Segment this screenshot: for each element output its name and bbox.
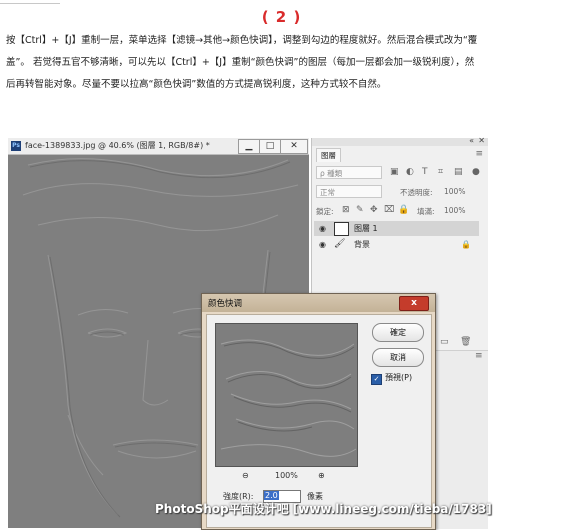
layer-row-background[interactable]: ◉ 🖌 背景 🔒 [314, 237, 479, 252]
trash-icon[interactable]: 🗑 [460, 337, 471, 347]
dialog-body: 確定 取消 ✓ 預視(P) ⊖ 100% ⊕ 強度(R): 2.0 像素 [206, 314, 432, 528]
dialog-title: 颜色快调 [208, 299, 243, 309]
layer-filter-select[interactable]: ρ 種類 [316, 166, 382, 179]
lock-transparency-icon[interactable]: ⊠ [342, 205, 350, 215]
zoom-level: 100% [275, 471, 298, 480]
visibility-eye-icon[interactable]: ◉ [319, 221, 326, 236]
document-titlebar[interactable]: Ps face-1389833.jpg @ 40.6% (图層 1, RGB/8… [8, 138, 309, 155]
layer-name[interactable]: 图層 1 [354, 221, 378, 236]
zoom-out-icon[interactable]: ⊖ [242, 471, 249, 480]
ok-button[interactable]: 確定 [372, 323, 424, 342]
panel-menu-icon-lower[interactable]: ≡ [475, 351, 483, 361]
zoom-in-icon[interactable]: ⊕ [318, 471, 325, 480]
close-button[interactable]: ✕ [280, 139, 308, 154]
blend-mode-select[interactable]: 正常 [316, 185, 382, 198]
smart-object-filter-icon[interactable]: ▤ [454, 167, 463, 177]
lock-artboard-icon[interactable]: ⌧ [384, 205, 394, 215]
filter-preview[interactable] [215, 323, 358, 467]
layer-row-1[interactable]: ◉ 图層 1 [314, 221, 479, 236]
watermark-text: PhotoShop平面设计吧 [www.lineeg.com/tieba/178… [155, 502, 492, 516]
opacity-label: 不透明度: [400, 188, 433, 197]
fill-label: 填滿: [417, 207, 435, 216]
top-divider [0, 0, 60, 4]
preview-checkbox-label: 預視(P) [385, 373, 413, 382]
type-filter-icon[interactable]: T [422, 167, 428, 177]
instruction-line-1: 按【Ctrl】+【J】重制一层，菜单选择【滤镜→其他→颜色快调】，调整到勾边的程… [6, 35, 478, 46]
layer-name[interactable]: 背景 [354, 237, 370, 252]
close-panel-icon[interactable]: ✕ [478, 136, 485, 145]
preview-checkbox[interactable]: ✓ [371, 374, 382, 385]
lock-pixels-icon[interactable]: ✎ [356, 205, 364, 215]
shape-filter-icon[interactable]: ⌗ [438, 167, 443, 177]
new-layer-icon[interactable]: ▭ [440, 337, 449, 347]
radius-value: 2.0 [264, 491, 279, 500]
opacity-value[interactable]: 100% [444, 187, 465, 196]
panel-header-strip: « ✕ [312, 136, 488, 146]
cancel-button[interactable]: 取消 [372, 348, 424, 367]
layer-lock-icon: 🔒 [461, 240, 471, 249]
step-number: ( 2 ) [261, 8, 302, 26]
document-title: face-1389833.jpg @ 40.6% (图層 1, RGB/8#) … [25, 141, 210, 150]
adjustment-filter-icon[interactable]: ◐ [406, 167, 414, 177]
filter-toggle-icon[interactable]: ● [472, 167, 480, 177]
brush-icon: 🖌 [334, 239, 346, 249]
dialog-close-button[interactable]: x [399, 296, 429, 311]
lock-label: 鎖定: [316, 207, 334, 216]
visibility-eye-icon[interactable]: ◉ [319, 237, 326, 252]
panel-menu-icon[interactable]: ≡ [475, 150, 483, 159]
instruction-line-3: 后再转智能对象。尽量不要以拉高“颜色快调”数值的方式提高锐利度，这种方式较不自然… [6, 79, 387, 90]
dialog-titlebar[interactable]: 颜色快调 x [202, 294, 435, 312]
instruction-line-2: 盖”。 若觉得五官不够清晰，可以先以【Ctrl】+【J】重制“颜色快调”的图层（… [6, 57, 475, 68]
lock-position-icon[interactable]: ✥ [370, 205, 378, 215]
photoshop-logo-icon: Ps [11, 141, 21, 151]
high-pass-dialog: 颜色快调 x 確定 取消 ✓ 預視(P) ⊖ 100% ⊕ 強度(R): 2.0… [201, 293, 436, 530]
instruction-paragraph: 按【Ctrl】+【J】重制一层，菜单选择【滤镜→其他→颜色快调】，调整到勾边的程… [6, 30, 554, 96]
restore-button[interactable]: □ [259, 139, 281, 154]
tab-layers[interactable]: 图層 [316, 148, 341, 162]
fill-value[interactable]: 100% [444, 206, 465, 215]
lock-all-icon[interactable]: 🔒 [398, 205, 409, 215]
minimize-button[interactable]: ▁ [238, 139, 260, 154]
collapse-panel-icon[interactable]: « [469, 136, 474, 145]
image-filter-icon[interactable]: ▣ [390, 167, 399, 177]
lips-preview-image [216, 324, 357, 466]
layer-thumbnail [334, 222, 349, 236]
